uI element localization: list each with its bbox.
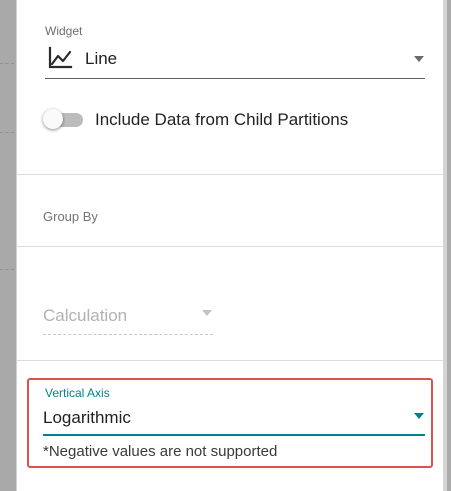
section-divider: [17, 174, 444, 175]
vertical-axis-selected-value: Logarithmic: [43, 408, 131, 427]
chevron-down-icon: [414, 413, 424, 419]
vertical-axis-label: Vertical Axis: [45, 386, 110, 400]
widget-settings-panel: Widget Line Include Data from Child Part…: [16, 0, 447, 491]
section-divider: [17, 360, 444, 361]
backdrop-gridline: [0, 269, 14, 270]
backdrop-gridline: [0, 63, 14, 64]
group-by-label: Group By: [43, 209, 98, 224]
line-chart-icon: [47, 46, 73, 70]
calculation-select: Calculation: [43, 300, 213, 335]
panel-scrollbar[interactable]: [443, 0, 447, 491]
vertical-axis-select[interactable]: Logarithmic: [43, 402, 425, 436]
section-divider: [17, 246, 444, 247]
vertical-axis-helper-text: *Negative values are not supported: [43, 443, 278, 460]
chevron-down-icon: [414, 56, 424, 62]
child-partitions-toggle[interactable]: [43, 108, 87, 132]
chevron-down-icon: [202, 310, 212, 316]
backdrop-gridline: [0, 132, 14, 133]
modal-backdrop: [0, 0, 17, 491]
child-partitions-label: Include Data from Child Partitions: [95, 110, 349, 129]
widget-field-label: Widget: [45, 24, 83, 38]
widget-select[interactable]: Line: [45, 42, 425, 79]
calculation-placeholder: Calculation: [43, 306, 128, 325]
toggle-thumb: [43, 109, 63, 129]
widget-selected-value: Line: [85, 49, 118, 68]
